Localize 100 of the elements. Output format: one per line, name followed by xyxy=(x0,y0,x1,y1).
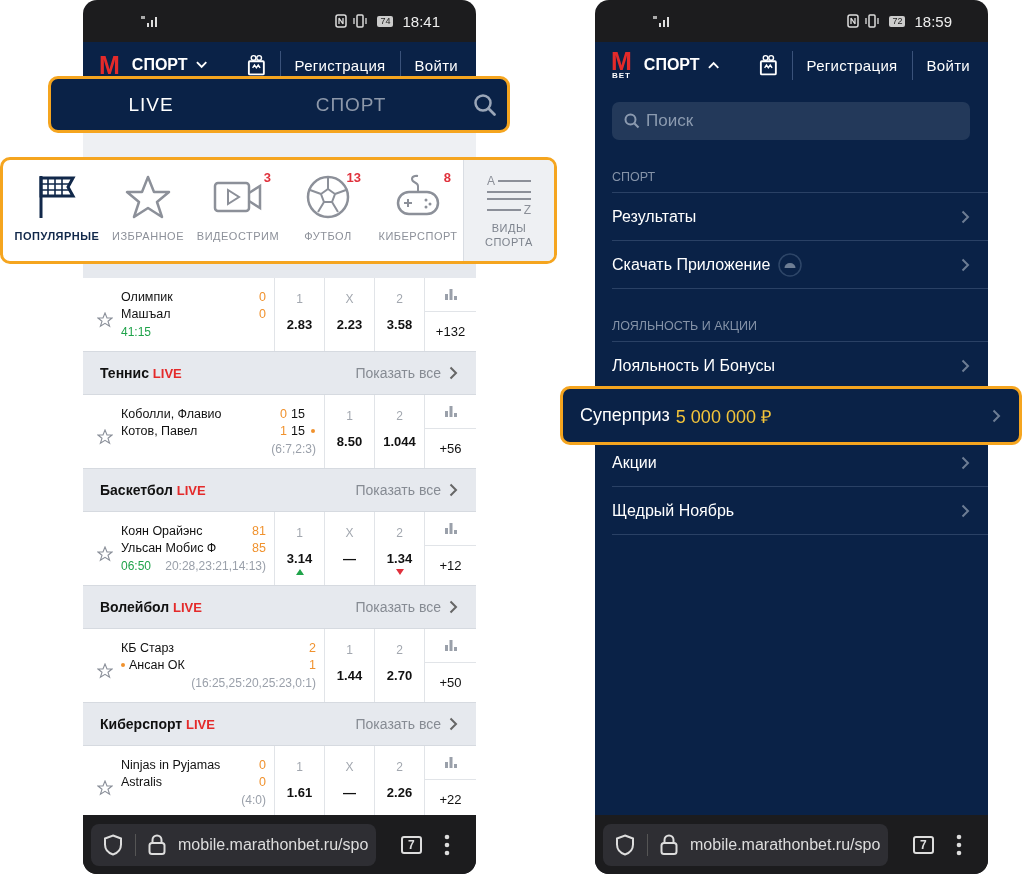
chevron-right-icon xyxy=(449,483,458,497)
sports-list-button[interactable]: A Z ВИДЫ СПОРТА xyxy=(463,160,554,261)
set-scores: 20:28,23:21,14:13) xyxy=(165,558,266,573)
team-score: 0 xyxy=(280,407,287,421)
logo[interactable]: M xyxy=(99,54,120,76)
more-markets-button[interactable]: +22 xyxy=(425,780,476,815)
login-link[interactable]: Войти xyxy=(911,50,970,80)
tab[interactable]: LIVE xyxy=(51,93,251,116)
shield-icon[interactable] xyxy=(615,833,635,856)
chevron-right-icon xyxy=(961,209,970,224)
vibrate-icon xyxy=(352,14,369,28)
address-bar[interactable]: mobile.marathonbet.ru/spo xyxy=(91,823,376,866)
gift-icon[interactable] xyxy=(758,54,778,76)
section-title[interactable]: СПОРТ xyxy=(131,56,188,74)
team-score: 0 xyxy=(259,307,266,321)
point-score: 15 xyxy=(291,424,306,438)
tab-count-button[interactable]: 7 xyxy=(913,835,934,854)
search-icon[interactable] xyxy=(473,92,497,117)
android-icon xyxy=(778,252,803,277)
menu-item[interactable]: Лояльность И Бонусы xyxy=(612,356,776,375)
sport-section-header[interactable]: Теннис LIVE Показать все xyxy=(83,352,476,395)
video-camera-icon xyxy=(213,180,263,214)
shield-icon[interactable] xyxy=(103,833,123,856)
team-name: Машъал xyxy=(121,307,172,321)
more-markets-button[interactable]: +12 xyxy=(425,546,476,585)
gift-icon[interactable] xyxy=(246,54,266,76)
team-name: Коболли, Флавио xyxy=(121,407,223,421)
sport-title: Теннис LIVE xyxy=(100,365,183,381)
team-name: Astralis xyxy=(121,775,163,789)
menu-item[interactable]: Скачать Приложение xyxy=(612,255,771,274)
chevron-right-icon xyxy=(961,503,970,518)
sport-title: Баскетбол LIVE xyxy=(100,482,207,498)
bar-chart-icon[interactable] xyxy=(444,406,457,417)
category-tab[interactable]: 13 ФУТБОЛ xyxy=(283,160,373,261)
lock-icon xyxy=(148,833,166,856)
section-title[interactable]: СПОРТ xyxy=(643,56,700,74)
team-score: 0 xyxy=(259,775,266,789)
chevron-right-icon xyxy=(449,717,458,731)
team-score: 1 xyxy=(309,658,316,672)
menu-section-label: ЛОЯЛЬНОСТЬ И АКЦИИ xyxy=(612,289,988,342)
address-bar[interactable]: mobile.marathonbet.ru/spo xyxy=(603,823,888,866)
favorite-star-icon[interactable] xyxy=(97,545,113,562)
nfc-icon xyxy=(847,14,860,28)
tab[interactable]: СПОРТ xyxy=(251,93,451,116)
logo[interactable]: M BET xyxy=(611,50,632,80)
chevron-right-icon xyxy=(961,358,970,373)
clock-time: 18:41 xyxy=(402,12,440,30)
favorite-star-icon[interactable] xyxy=(97,311,113,328)
menu-item[interactable]: Щедрый Ноябрь xyxy=(612,501,735,520)
search-bar[interactable]: Поиск xyxy=(612,102,970,140)
more-markets-button[interactable]: +50 xyxy=(425,663,476,702)
sport-title: Киберспорт LIVE xyxy=(100,716,216,732)
bar-chart-icon[interactable] xyxy=(444,757,457,768)
star-icon xyxy=(124,174,172,220)
bar-chart-icon[interactable] xyxy=(444,289,457,300)
more-options-icon[interactable] xyxy=(443,833,450,856)
team-score: 2 xyxy=(309,641,316,655)
category-tab[interactable]: 3 ВИДЕОСТРИМ xyxy=(193,160,283,261)
team-name: КБ Старз xyxy=(121,641,176,655)
count-label: 13 xyxy=(346,170,361,185)
caret-icon[interactable] xyxy=(707,61,719,69)
search-input[interactable]: Поиск xyxy=(646,111,926,131)
battery-level: 74 xyxy=(377,15,394,27)
sport-section-header[interactable]: Киберспорт LIVE Показать все xyxy=(83,703,476,746)
chevron-right-icon xyxy=(961,455,970,470)
menu-item[interactable]: Результаты xyxy=(612,207,697,226)
prize-label: Суперприз xyxy=(580,405,670,426)
lock-icon xyxy=(660,833,678,856)
set-scores: (4:0) xyxy=(241,792,266,807)
nfc-icon xyxy=(335,14,348,28)
menu-item[interactable]: Акции xyxy=(612,453,657,472)
favorite-star-icon[interactable] xyxy=(97,662,113,679)
team-name: Олимпик xyxy=(121,290,174,304)
team-name: Котов, Павел xyxy=(121,424,199,438)
bar-chart-icon[interactable] xyxy=(444,523,457,534)
bar-chart-icon[interactable] xyxy=(444,640,457,651)
more-markets-button[interactable]: +56 xyxy=(425,429,476,468)
register-link[interactable]: Регистрация xyxy=(791,50,898,80)
category-tab[interactable]: 8 КИБЕРСПОРТ xyxy=(373,160,463,261)
menu-section-label: СПОРТ xyxy=(612,140,988,193)
sport-section-header[interactable]: Баскетбол LIVE Показать все xyxy=(83,469,476,512)
team-name: Ninjas in Pyjamas xyxy=(121,758,222,772)
sport-section-header[interactable]: Волейбол LIVE Показать все xyxy=(83,586,476,629)
more-options-icon[interactable] xyxy=(955,833,962,856)
team-score: 85 xyxy=(252,541,266,555)
category-tab[interactable]: ПОПУЛЯРНЫЕ xyxy=(11,160,103,261)
set-scores: (16:25,25:20,25:23,0:1) xyxy=(191,675,316,690)
search-icon xyxy=(624,113,640,129)
favorite-star-icon[interactable] xyxy=(97,428,113,445)
tab-count-button[interactable]: 7 xyxy=(401,835,422,854)
team-score: 0 xyxy=(259,290,266,304)
prize-amount: 5 000 000 ₽ xyxy=(675,405,771,428)
flag-icon xyxy=(38,174,76,220)
match-time: 06:50 xyxy=(121,558,152,573)
sport-title: Волейбол LIVE xyxy=(100,599,203,615)
team-name: Коян Орайэнс xyxy=(121,524,204,538)
more-markets-button[interactable]: +132 xyxy=(425,312,476,351)
menu-item[interactable]: Суперприз 5 000 000 ₽ xyxy=(560,386,1022,445)
favorite-star-icon[interactable] xyxy=(97,779,113,796)
caret-icon[interactable] xyxy=(195,61,207,69)
